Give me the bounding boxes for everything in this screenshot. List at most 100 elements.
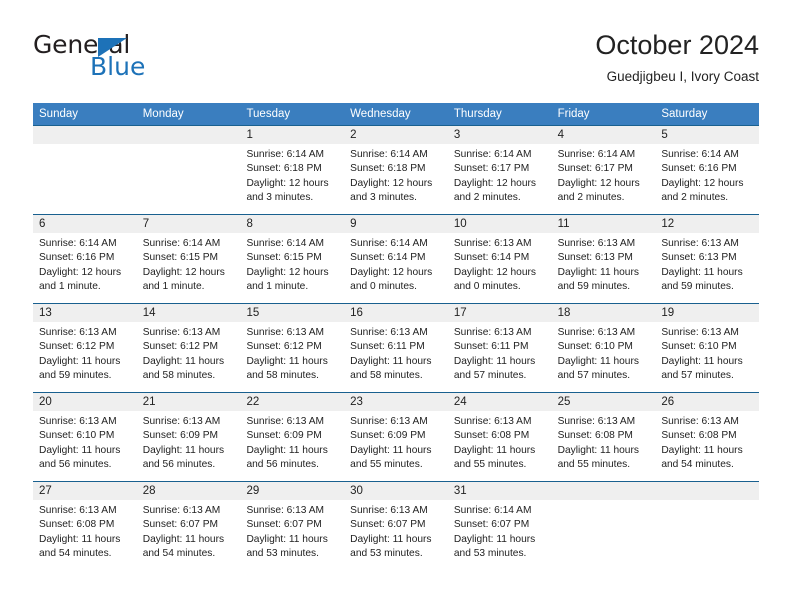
day-details: Sunrise: 6:13 AM Sunset: 6:07 PM Daylight:… (137, 500, 241, 562)
sunrise-text: Sunrise: 6:13 AM (246, 505, 325, 516)
calendar-day-cell[interactable]: 9 Sunrise: 6:14 AM Sunset: 6:14 PM Daylight… (344, 214, 448, 303)
sunrise-text: Sunrise: 6:13 AM (661, 416, 739, 427)
calendar-day-cell[interactable]: 30 Sunrise: 6:13 AM Sunset: 6:07 PM Dayligh… (344, 481, 448, 570)
calendar-day-cell[interactable]: 14 Sunrise: 6:13 AM Sunset: 6:12 PM Dayligh… (136, 303, 241, 392)
day-number: 12 (655, 215, 760, 233)
calendar-day-cell[interactable]: 25 Sunrise: 6:13 AM Sunset: 6:08 PM Dayligh… (551, 392, 656, 481)
calendar-day-cell[interactable]: 22 Sunrise: 6:13 AM Sunset: 6:09 PM Dayligh… (240, 392, 345, 481)
calendar-day-cell[interactable]: 24 Sunrise: 6:13 AM Sunset: 6:08 PM Dayligh… (447, 392, 552, 481)
sunset-text: Sunset: 6:14 PM (350, 252, 426, 264)
sunrise-text: Sunrise: 6:14 AM (142, 238, 221, 249)
calendar-day-cell[interactable]: 28 Sunrise: 6:13 AM Sunset: 6:07 PM Dayligh… (136, 481, 241, 570)
calendar-day-cell[interactable]: 19 Sunrise: 6:13 AM Sunset: 6:10 PM Dayligh… (655, 303, 760, 392)
day-number: 3 (447, 126, 552, 144)
daylight-text: Daylight: 11 hours and 55 minutes. (350, 444, 432, 471)
day-number: 6 (33, 215, 137, 233)
calendar-day-cell[interactable]: 7 Sunrise: 6:14 AM Sunset: 6:15 PM Daylight… (136, 214, 241, 303)
general-blue-logo[interactable]: General Blue (33, 32, 233, 88)
sunset-text: Sunset: 6:16 PM (39, 252, 115, 264)
day-number: 5 (655, 126, 760, 144)
calendar-day-cell[interactable]: 2 Sunrise: 6:14 AM Sunset: 6:18 PM Daylight… (344, 125, 448, 214)
calendar-day-cell[interactable]: 5 Sunrise: 6:14 AM Sunset: 6:16 PM Daylight… (655, 125, 760, 214)
sunrise-text: Sunrise: 6:13 AM (39, 505, 117, 516)
sunset-text: Sunset: 6:09 PM (350, 430, 426, 442)
calendar-day-cell[interactable]: 29 Sunrise: 6:13 AM Sunset: 6:07 PM Dayligh… (240, 481, 345, 570)
day-details: Sunrise: 6:14 AM Sunset: 6:18 PM Daylight:… (240, 144, 344, 206)
calendar-day-cell[interactable]: 10 Sunrise: 6:13 AM Sunset: 6:14 PM Dayligh… (447, 214, 552, 303)
sunrise-text: Sunrise: 6:13 AM (557, 327, 636, 338)
day-number: 25 (551, 393, 656, 411)
sunrise-text: Sunrise: 6:13 AM (557, 238, 636, 249)
calendar-week-row: 1 Sunrise: 6:14 AM Sunset: 6:18 PM Daylight… (33, 125, 760, 214)
daylight-text: Daylight: 11 hours and 54 minutes. (39, 533, 121, 560)
sunrise-text: Sunrise: 6:14 AM (350, 238, 428, 249)
page-subtitle: Guedjigbeu I, Ivory Coast (606, 69, 759, 84)
calendar-day-cell-empty (655, 481, 760, 570)
sunset-text: Sunset: 6:15 PM (142, 252, 219, 264)
calendar-day-cell[interactable]: 1 Sunrise: 6:14 AM Sunset: 6:18 PM Daylight… (240, 125, 345, 214)
calendar-day-cell[interactable]: 15 Sunrise: 6:13 AM Sunset: 6:12 PM Dayligh… (240, 303, 345, 392)
calendar-day-cell[interactable]: 12 Sunrise: 6:13 AM Sunset: 6:13 PM Dayligh… (655, 214, 760, 303)
daylight-text: Daylight: 11 hours and 58 minutes. (142, 355, 225, 382)
calendar-day-cell[interactable]: 16 Sunrise: 6:13 AM Sunset: 6:11 PM Dayligh… (344, 303, 448, 392)
calendar-day-cell[interactable]: 27 Sunrise: 6:13 AM Sunset: 6:08 PM Dayligh… (33, 481, 137, 570)
day-number: 17 (447, 304, 552, 322)
calendar-day-cell[interactable]: 20 Sunrise: 6:13 AM Sunset: 6:10 PM Dayligh… (33, 392, 137, 481)
calendar-day-cell[interactable]: 23 Sunrise: 6:13 AM Sunset: 6:09 PM Dayligh… (344, 392, 448, 481)
calendar-day-cell[interactable]: 26 Sunrise: 6:13 AM Sunset: 6:08 PM Dayligh… (655, 392, 760, 481)
day-number: 1 (240, 126, 345, 144)
day-details: Sunrise: 6:14 AM Sunset: 6:15 PM Daylight:… (137, 233, 241, 295)
daylight-text: Daylight: 11 hours and 57 minutes. (661, 355, 743, 382)
daylight-text: Daylight: 11 hours and 58 minutes. (350, 355, 432, 382)
calendar-day-cell[interactable]: 13 Sunrise: 6:13 AM Sunset: 6:12 PM Dayligh… (33, 303, 137, 392)
sunset-text: Sunset: 6:12 PM (246, 341, 322, 353)
calendar-day-cell[interactable]: 6 Sunrise: 6:14 AM Sunset: 6:16 PM Daylight… (33, 214, 137, 303)
day-number (136, 126, 241, 144)
day-details: Sunrise: 6:13 AM Sunset: 6:07 PM Daylight:… (344, 500, 448, 562)
calendar-day-cell[interactable]: 11 Sunrise: 6:13 AM Sunset: 6:13 PM Dayligh… (551, 214, 656, 303)
calendar-day-cell[interactable]: 18 Sunrise: 6:13 AM Sunset: 6:10 PM Dayligh… (551, 303, 656, 392)
day-details: Sunrise: 6:13 AM Sunset: 6:13 PM Daylight:… (552, 233, 656, 295)
day-number: 7 (136, 215, 241, 233)
day-details: Sunrise: 6:13 AM Sunset: 6:08 PM Daylight:… (33, 500, 137, 562)
daylight-text: Daylight: 11 hours and 57 minutes. (557, 355, 639, 382)
daylight-text: Daylight: 12 hours and 2 minutes. (557, 177, 640, 204)
calendar-day-cell[interactable]: 4 Sunrise: 6:14 AM Sunset: 6:17 PM Daylight… (551, 125, 656, 214)
sunrise-text: Sunrise: 6:13 AM (453, 416, 532, 427)
sunset-text: Sunset: 6:08 PM (557, 430, 633, 442)
day-number: 23 (344, 393, 448, 411)
day-number: 13 (33, 304, 137, 322)
day-details: Sunrise: 6:13 AM Sunset: 6:09 PM Daylight:… (344, 411, 448, 473)
sunrise-text: Sunrise: 6:13 AM (661, 327, 739, 338)
sunrise-text: Sunrise: 6:13 AM (350, 505, 428, 516)
calendar-day-cell[interactable]: 3 Sunrise: 6:14 AM Sunset: 6:17 PM Daylight… (447, 125, 552, 214)
sunrise-text: Sunrise: 6:13 AM (246, 327, 325, 338)
sunrise-text: Sunrise: 6:13 AM (39, 327, 117, 338)
calendar-day-cell[interactable]: 31 Sunrise: 6:14 AM Sunset: 6:07 PM Dayligh… (447, 481, 552, 570)
daylight-text: Daylight: 11 hours and 55 minutes. (453, 444, 536, 471)
sunrise-text: Sunrise: 6:14 AM (39, 238, 117, 249)
day-number: 20 (33, 393, 137, 411)
daylight-text: Daylight: 11 hours and 56 minutes. (39, 444, 121, 471)
day-details: Sunrise: 6:13 AM Sunset: 6:10 PM Daylight:… (552, 322, 656, 384)
sunset-text: Sunset: 6:09 PM (246, 430, 322, 442)
weekday-header-friday: Friday (557, 108, 590, 120)
calendar-week-row: 27 Sunrise: 6:13 AM Sunset: 6:08 PM Dayligh… (33, 481, 760, 570)
day-number: 26 (655, 393, 760, 411)
sunset-text: Sunset: 6:18 PM (246, 163, 322, 175)
sunset-text: Sunset: 6:17 PM (557, 163, 633, 175)
calendar-day-cell[interactable]: 21 Sunrise: 6:13 AM Sunset: 6:09 PM Dayligh… (136, 392, 241, 481)
day-details: Sunrise: 6:14 AM Sunset: 6:16 PM Daylight:… (655, 144, 759, 206)
sunrise-text: Sunrise: 6:13 AM (350, 416, 428, 427)
weekday-header-thursday: Thursday (453, 108, 502, 120)
day-details: Sunrise: 6:13 AM Sunset: 6:09 PM Daylight:… (240, 411, 344, 473)
sunrise-text: Sunrise: 6:13 AM (350, 327, 428, 338)
day-number: 22 (240, 393, 345, 411)
day-number: 2 (344, 126, 448, 144)
sunrise-text: Sunrise: 6:14 AM (246, 149, 325, 160)
sunset-text: Sunset: 6:14 PM (453, 252, 530, 264)
calendar-day-cell[interactable]: 8 Sunrise: 6:14 AM Sunset: 6:15 PM Daylight… (240, 214, 345, 303)
calendar-day-cell[interactable]: 17 Sunrise: 6:13 AM Sunset: 6:11 PM Dayligh… (447, 303, 552, 392)
sunrise-text: Sunrise: 6:13 AM (453, 238, 532, 249)
day-number (33, 126, 137, 144)
